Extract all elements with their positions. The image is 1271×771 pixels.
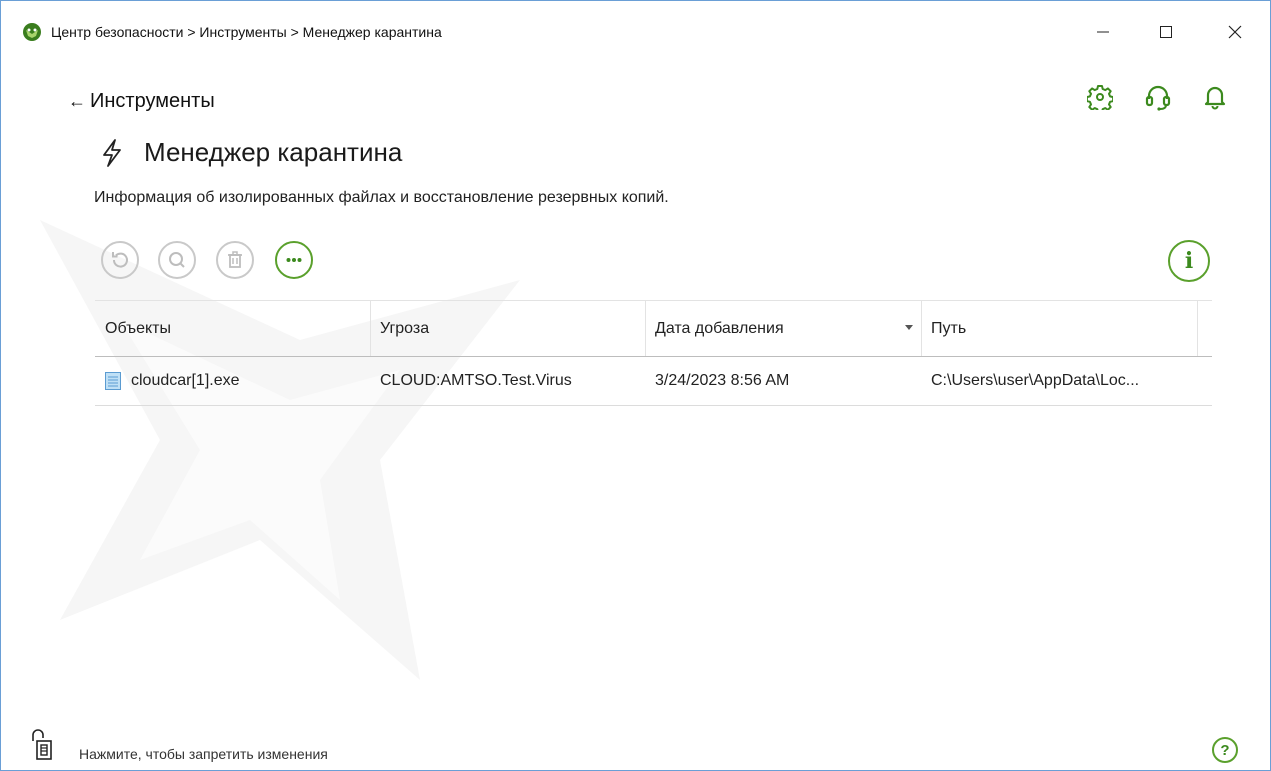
headset-icon: [1145, 85, 1171, 111]
file-icon: [105, 372, 121, 390]
maximize-icon: [1160, 26, 1172, 38]
column-header-date[interactable]: Дата добавления: [645, 301, 921, 356]
back-label: Инструменты: [90, 90, 215, 112]
page-title: Менеджер карантина: [144, 137, 403, 167]
table-header: Объекты Угроза Дата добавления Путь: [95, 300, 1212, 357]
close-button[interactable]: [1212, 14, 1258, 50]
help-icon: ?: [1220, 741, 1230, 759]
cell-object: cloudcar[1].exe: [105, 357, 365, 405]
bell-icon: [1204, 86, 1226, 110]
delete-icon: [228, 251, 242, 268]
table-row[interactable]: cloudcar[1].exe CLOUD:AMTSO.Test.Virus 3…: [95, 357, 1212, 406]
settings-button[interactable]: [1085, 82, 1115, 112]
lock-hint-text[interactable]: Нажмите, чтобы запретить изменения: [79, 746, 328, 762]
delete-button[interactable]: [216, 241, 254, 279]
window-title: Центр безопасности > Инструменты > Менед…: [51, 24, 442, 40]
column-header-objects[interactable]: Объекты: [95, 301, 370, 356]
help-button[interactable]: ?: [1212, 737, 1238, 763]
back-link[interactable]: ← Инструменты: [68, 90, 215, 113]
column-header-threat[interactable]: Угроза: [370, 301, 645, 356]
cell-threat: CLOUD:AMTSO.Test.Virus: [380, 372, 572, 389]
more-button[interactable]: [275, 241, 313, 279]
column-divider[interactable]: [1197, 301, 1198, 356]
scan-button[interactable]: [158, 241, 196, 279]
scan-icon: [169, 252, 185, 268]
sort-caret-icon: [905, 325, 913, 330]
watermark-logo: [40, 220, 520, 680]
column-header-path[interactable]: Путь: [921, 301, 1197, 356]
info-icon: i: [1184, 247, 1194, 274]
page-header: Менеджер карантина: [100, 137, 402, 168]
more-icon: [286, 258, 302, 262]
back-arrow-icon: ←: [68, 91, 86, 111]
maximize-button[interactable]: [1143, 14, 1189, 50]
lock-toggle[interactable]: [30, 727, 66, 763]
info-button[interactable]: i: [1168, 240, 1210, 282]
unlocked-padlock-icon: [32, 729, 52, 760]
restore-button[interactable]: [101, 241, 139, 279]
support-button[interactable]: [1143, 82, 1173, 112]
cell-date: 3/24/2023 8:56 AM: [655, 372, 790, 389]
gear-icon: [1087, 85, 1113, 110]
minimize-icon: [1097, 31, 1109, 33]
page-description: Информация об изолированных файлах и вос…: [94, 189, 669, 206]
minimize-button[interactable]: [1080, 14, 1126, 50]
close-icon: [1228, 25, 1242, 39]
cell-path: C:\Users\user\AppData\Loc...: [931, 372, 1140, 389]
quarantine-table: Объекты Угроза Дата добавления Путь clou…: [95, 300, 1212, 406]
app-logo-icon: [23, 23, 41, 41]
notifications-button[interactable]: [1200, 82, 1230, 112]
object-name: cloudcar[1].exe: [131, 372, 240, 389]
title-bar: Центр безопасности > Инструменты > Менед…: [0, 0, 1271, 64]
lightning-icon: [103, 138, 121, 167]
restore-icon: [112, 252, 128, 268]
